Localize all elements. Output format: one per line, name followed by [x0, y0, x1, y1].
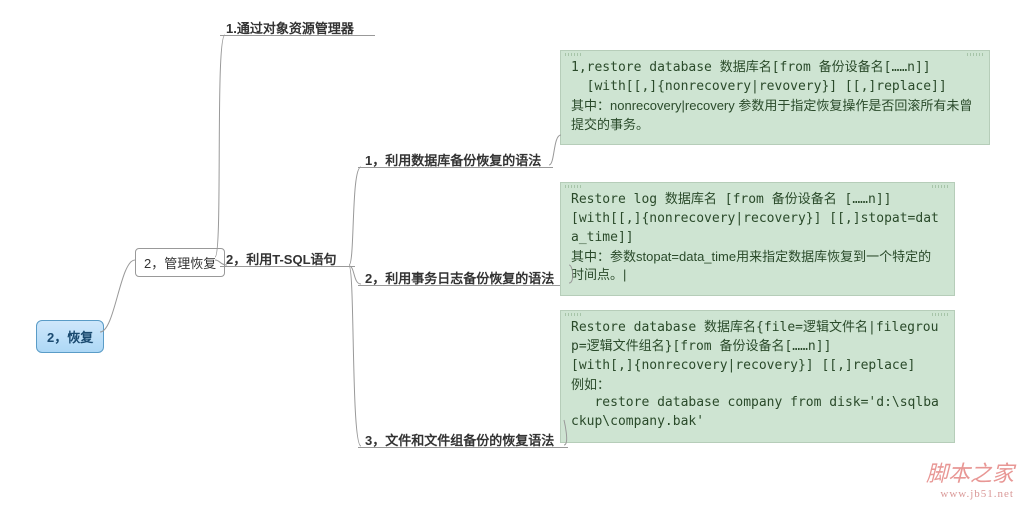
connector-b2-i1 — [349, 167, 364, 267]
level1-node[interactable]: 2，管理恢复 — [135, 248, 225, 277]
connector-root-l1 — [100, 260, 140, 335]
watermark-line1: 脚本之家 — [926, 461, 1014, 487]
note1-code2: [with[[,]{nonrecovery|revovery}] [[,]rep… — [571, 78, 979, 97]
note2-code1: Restore log 数据库名 [from 备份设备名 [……n]] — [571, 191, 944, 210]
watermark: 脚本之家 www.jb51.net — [926, 461, 1014, 501]
note2-desc: 其中：参数stopat=data_time用来指定数据库恢复到一个特定的时间点。… — [571, 248, 944, 286]
root-label: 2，恢复 — [47, 330, 93, 345]
tsql-item1-underline — [358, 167, 553, 168]
tsql-item3-underline — [358, 447, 568, 448]
note3-code3: restore database company from disk='d:\s… — [571, 394, 944, 432]
tsql-item2-note: Restore log 数据库名 [from 备份设备名 [……n]] [wit… — [560, 182, 955, 296]
note3-code1: Restore database 数据库名{file=逻辑文件名|filegro… — [571, 319, 944, 357]
note2-code2: [with[[,]{nonrecovery|recovery}] [[,]sto… — [571, 210, 944, 248]
connector-l1-b1 — [215, 35, 235, 260]
watermark-line2: www.jb51.net — [926, 488, 1014, 501]
branch1-underline — [220, 35, 375, 36]
tsql-item1-note: 1,restore database 数据库名[from 备份设备名[……n]]… — [560, 50, 990, 145]
note3-desc1: 例如： — [571, 376, 944, 395]
connector-b2-i3 — [349, 266, 364, 451]
note1-code1: 1,restore database 数据库名[from 备份设备名[……n]] — [571, 59, 979, 78]
tsql-item3-note: Restore database 数据库名{file=逻辑文件名|filegro… — [560, 310, 955, 443]
root-node[interactable]: 2，恢复 — [36, 320, 104, 353]
tsql-item2-underline — [358, 285, 573, 286]
note1-desc: 其中：nonrecovery|recovery 参数用于指定恢复操作是否回滚所有… — [571, 97, 979, 135]
level1-label: 2，管理恢复 — [144, 256, 216, 271]
branch2-underline — [220, 266, 355, 267]
note3-code2: [with[,]{nonrecovery|recovery}] [[,]repl… — [571, 357, 944, 376]
